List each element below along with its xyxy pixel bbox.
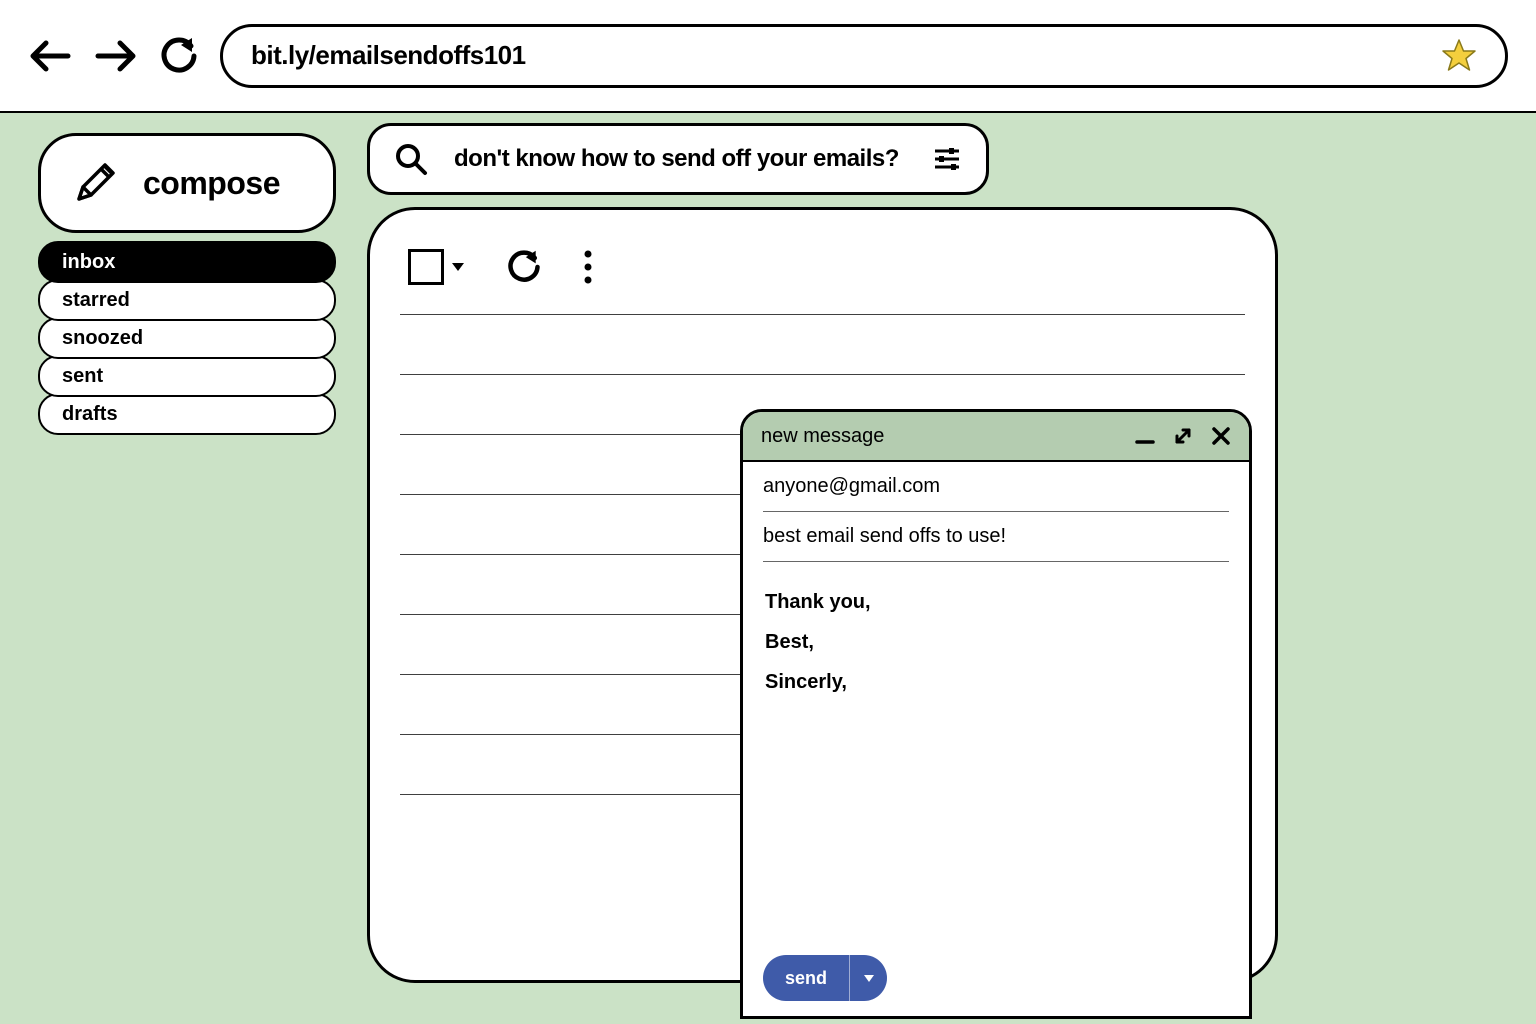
- sidebar-item-label: drafts: [62, 403, 118, 426]
- compose-label: compose: [143, 165, 280, 202]
- sidebar-item-label: sent: [62, 365, 103, 388]
- to-field[interactable]: anyone@gmail.com: [763, 462, 1229, 512]
- reload-icon: [506, 249, 542, 285]
- compose-button[interactable]: compose: [38, 133, 336, 233]
- more-vertical-icon: [582, 249, 594, 285]
- compose-header: new message: [743, 412, 1249, 462]
- search-query: don't know how to send off your emails?: [454, 145, 906, 173]
- forward-button[interactable]: [92, 33, 138, 79]
- compose-body[interactable]: Thank you,Best,Sincerly,: [743, 562, 1249, 940]
- browser-bar: bit.ly/emailsendoffs101: [0, 0, 1536, 113]
- compose-title: new message: [761, 425, 884, 448]
- sidebar-item-drafts[interactable]: drafts: [38, 393, 336, 435]
- subject-field[interactable]: best email send offs to use!: [763, 512, 1229, 562]
- close-icon: [1211, 426, 1231, 446]
- send-options-button[interactable]: [849, 955, 887, 1001]
- body-line: Sincerly,: [765, 662, 1227, 702]
- back-button[interactable]: [28, 33, 74, 79]
- search-icon: [394, 142, 428, 176]
- mail-row[interactable]: [400, 314, 1245, 374]
- minimize-icon: [1135, 426, 1155, 446]
- reload-button[interactable]: [156, 33, 202, 79]
- reload-icon: [159, 36, 199, 76]
- send-label: send: [763, 955, 849, 1001]
- checkbox-icon: [408, 249, 444, 285]
- close-button[interactable]: [1211, 426, 1231, 446]
- caret-down-icon: [450, 259, 466, 275]
- filter-icon[interactable]: [932, 144, 962, 174]
- url-text: bit.ly/emailsendoffs101: [251, 40, 526, 71]
- sidebar: inbox starred snoozed sent drafts: [38, 241, 336, 431]
- sidebar-item-label: snoozed: [62, 327, 143, 350]
- more-menu-button[interactable]: [582, 249, 594, 285]
- url-bar[interactable]: bit.ly/emailsendoffs101: [220, 24, 1508, 88]
- send-row: send: [743, 940, 1249, 1016]
- inbox-refresh-button[interactable]: [506, 249, 542, 285]
- sidebar-item-inbox[interactable]: inbox: [38, 241, 336, 283]
- arrow-right-icon: [92, 33, 138, 79]
- sidebar-item-starred[interactable]: starred: [38, 279, 336, 321]
- expand-icon: [1173, 426, 1193, 446]
- body-line: Best,: [765, 622, 1227, 662]
- sidebar-item-label: starred: [62, 289, 130, 312]
- app-body: compose inbox starred snoozed sent drafts do…: [0, 113, 1536, 1024]
- body-line: Thank you,: [765, 582, 1227, 622]
- caret-down-icon: [863, 972, 875, 984]
- search-bar[interactable]: don't know how to send off your emails?: [367, 123, 989, 195]
- star-icon: [1441, 38, 1477, 74]
- to-value: anyone@gmail.com: [763, 475, 940, 498]
- arrow-left-icon: [28, 33, 74, 79]
- send-button[interactable]: send: [763, 955, 887, 1001]
- sidebar-item-label: inbox: [62, 251, 115, 274]
- compose-window: new message: [740, 409, 1252, 1019]
- bookmark-star-button[interactable]: [1441, 38, 1477, 74]
- pencil-icon: [71, 159, 119, 207]
- expand-button[interactable]: [1173, 426, 1193, 446]
- sidebar-item-snoozed[interactable]: snoozed: [38, 317, 336, 359]
- subject-value: best email send offs to use!: [763, 525, 1006, 548]
- minimize-button[interactable]: [1135, 426, 1155, 446]
- sidebar-item-sent[interactable]: sent: [38, 355, 336, 397]
- inbox-toolbar: [400, 238, 1245, 296]
- select-all[interactable]: [408, 249, 466, 285]
